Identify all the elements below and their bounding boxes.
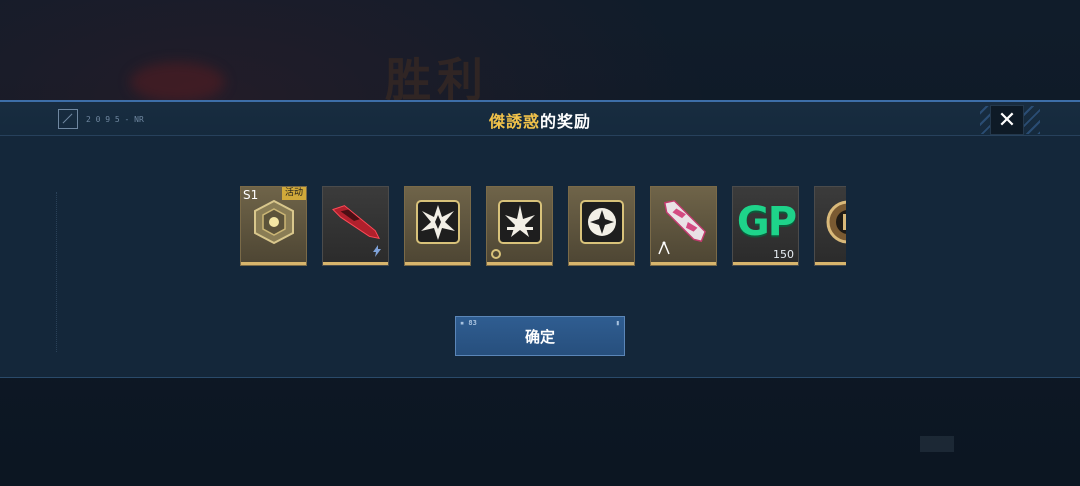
emblem-wings-icon (495, 197, 545, 247)
medal-icon (823, 197, 846, 247)
side-decoration (56, 192, 177, 352)
title-suffix: 的奖励 (540, 112, 592, 131)
reward-item[interactable] (404, 186, 471, 266)
reward-item[interactable]: GP 150 (732, 186, 799, 266)
compass-tool-icon (658, 241, 670, 255)
reward-item[interactable] (568, 186, 635, 266)
confirm-label: 确定 (524, 327, 555, 346)
close-icon: ✕ (997, 107, 1017, 133)
gear-icon (491, 249, 501, 259)
reward-item[interactable] (650, 186, 717, 266)
button-deco-left: ▪ 83 (460, 319, 477, 327)
crate-icon (249, 197, 299, 247)
player-name: 傑誘惑 (488, 112, 540, 131)
dialog-title: 傑誘惑的奖励 (0, 108, 1080, 132)
event-tag: 活动 (281, 187, 306, 200)
reward-item[interactable] (322, 186, 389, 266)
background-badge (920, 436, 954, 452)
emblem-compass-icon (577, 197, 627, 247)
reward-list: S1 活动 GP 150 (240, 186, 846, 266)
reward-quantity: 150 (773, 248, 794, 261)
reward-item[interactable] (814, 186, 846, 266)
lightning-icon (373, 245, 381, 257)
gp-text: GP (736, 199, 797, 245)
rewards-dialog: 2 0 9 5 - NR 傑誘惑的奖励 ✕ S1 活动 GP 150 ▪ 83 … (0, 100, 1080, 378)
reward-item[interactable] (486, 186, 553, 266)
dialog-header: 2 0 9 5 - NR 傑誘惑的奖励 ✕ (0, 102, 1080, 136)
emblem-burst-icon (413, 197, 463, 247)
season-label: S1 (243, 188, 259, 202)
button-deco-right: ▮ (615, 319, 620, 327)
confirm-button[interactable]: ▪ 83 确定 ▮ (455, 316, 625, 356)
weapon-skin-red-icon (331, 197, 381, 247)
reward-item[interactable]: S1 活动 (240, 186, 307, 266)
weapon-skin-pink-icon (659, 197, 709, 247)
gp-currency-icon: GP (737, 197, 797, 247)
close-button[interactable]: ✕ (990, 105, 1024, 135)
background-decoration (130, 62, 225, 102)
